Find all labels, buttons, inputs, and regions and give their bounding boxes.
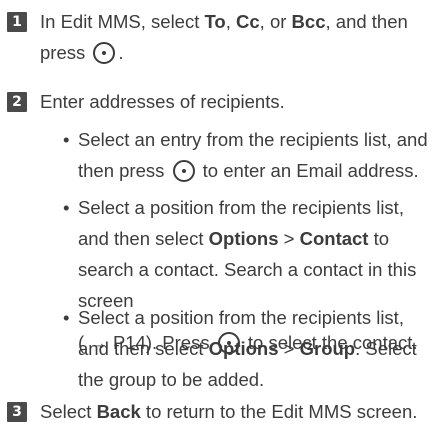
menu-separator: > [278,338,300,359]
bullet-marker: • [63,197,70,218]
bcc-option: Bcc [291,11,326,32]
bullet-marker: • [63,129,70,150]
step-number-1: 1 [7,12,27,32]
step-number-3: 3 [7,402,27,422]
bullet-item-1: • Select an entry from the recipients li… [63,124,439,186]
options-menu: Options [208,228,279,249]
options-menu: Options [208,338,279,359]
back-option: Back [96,401,141,422]
to-option: To [204,11,226,32]
bullet-item-3: • Select a position from the recipients … [63,302,439,395]
step-1-text-part: In Edit MMS, select [40,11,205,32]
step-1-text-part: , [225,11,237,32]
center-key-icon [93,42,116,64]
group-option: Group [299,338,356,359]
step-3-text: Select Back to return to the Edit MMS sc… [40,396,437,427]
step-3-text-part: Select [40,401,97,422]
cc-option: Cc [236,11,260,32]
step-1-text-part: . [118,42,124,63]
center-key-icon [172,160,195,182]
step-1-text: In Edit MMS, select To, Cc, or Bcc, and … [40,6,437,68]
bullet-marker: • [63,307,70,328]
menu-separator: > [278,228,300,249]
step-3-text-part: to return to the Edit MMS screen. [140,401,418,422]
step-number-2: 2 [7,92,27,112]
bullet-1-text-part: to enter an Email address. [197,160,419,181]
contact-option: Contact [299,228,369,249]
step-1-text-part: , or [259,11,292,32]
step-2-text: Enter addresses of recipients. [40,91,285,112]
